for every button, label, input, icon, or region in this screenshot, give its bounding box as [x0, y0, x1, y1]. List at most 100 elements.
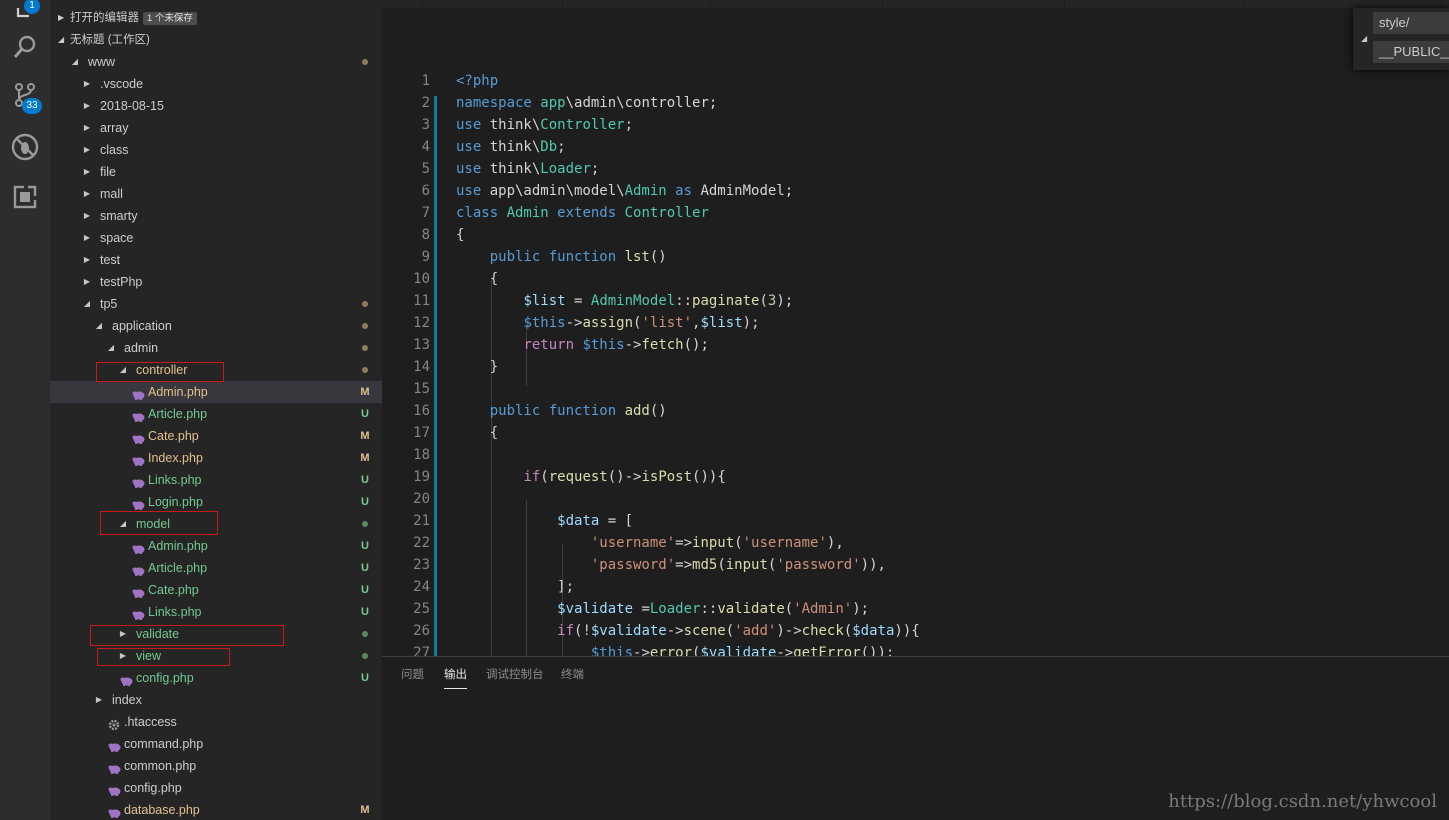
line-number: 3 — [421, 117, 430, 133]
code-line[interactable]: 6 use app\admin\model\Admin as AdminModel… — [382, 180, 1449, 202]
line-number: 7 — [421, 205, 430, 221]
tree-file[interactable]: Admin.php U — [50, 535, 382, 557]
code-line[interactable]: 17 { — [382, 422, 1449, 444]
tree-folder[interactable]: ▶ smarty — [50, 205, 382, 227]
git-status-badge: U — [361, 496, 369, 508]
workspace-header[interactable]: ◢ 无标题 (工作区) — [50, 29, 382, 51]
code-text: } — [456, 359, 499, 375]
tree-file[interactable]: .htaccess — [50, 711, 382, 733]
tree-folder[interactable]: ◢ admin — [50, 337, 382, 359]
tab-debug-console[interactable]: 调试控制台 — [486, 657, 544, 693]
line-number: 8 — [421, 227, 430, 243]
tree-file[interactable]: Article.php U — [50, 557, 382, 579]
code-line[interactable]: 16 public function add() — [382, 400, 1449, 422]
suggest-item-public[interactable]: __PUBLIC__/s — [1373, 41, 1449, 63]
code-line[interactable]: 10 { — [382, 268, 1449, 290]
code-line[interactable]: 13 return $this->fetch(); — [382, 334, 1449, 356]
tree-item-label: 2018-08-15 — [100, 99, 164, 113]
line-number: 12 — [413, 315, 430, 331]
tree-file[interactable]: Index.php M — [50, 447, 382, 469]
code-line[interactable]: 4 use think\Db; — [382, 136, 1449, 158]
highlight-box-validate — [90, 625, 284, 646]
tree-file[interactable]: Admin.php M — [50, 381, 382, 403]
php-file-icon — [132, 474, 145, 488]
tree-folder[interactable]: ▶ mall — [50, 183, 382, 205]
line-number: 21 — [413, 513, 430, 529]
tree-file[interactable]: config.php U — [50, 667, 382, 689]
code-line[interactable]: 25 $validate =Loader::validate('Admin'); — [382, 598, 1449, 620]
line-number: 11 — [413, 293, 430, 309]
code-line[interactable]: 8{ — [382, 224, 1449, 246]
tree-folder[interactable]: ◢ www — [50, 51, 382, 73]
code-line[interactable]: 20 — [382, 488, 1449, 510]
code-line[interactable]: 2 namespace app\admin\controller; — [382, 92, 1449, 114]
code-editor[interactable]: 1 <?php 2 namespace app\admin\controller; 3 u… — [382, 8, 1449, 656]
suggest-item-style[interactable]: style/ — [1373, 12, 1449, 34]
php-file-icon — [132, 540, 145, 554]
php-file-icon — [108, 804, 121, 818]
tree-item-label: www — [88, 55, 116, 69]
git-status-badge: M — [360, 804, 370, 816]
tree-folder[interactable]: ◢ application — [50, 315, 382, 337]
tree-folder[interactable]: ▶ array — [50, 117, 382, 139]
code-line[interactable]: 5 use think\Loader; — [382, 158, 1449, 180]
tree-file[interactable]: common.php — [50, 755, 382, 777]
unsaved-badge: 1 个未保存 — [143, 12, 197, 25]
tree-folder[interactable]: ▶ index — [50, 689, 382, 711]
tree-folder[interactable]: ▶ class — [50, 139, 382, 161]
code-text: $this->assign('list',$list); — [523, 315, 760, 331]
search-icon[interactable] — [10, 32, 40, 62]
tree-folder[interactable]: ▶ file — [50, 161, 382, 183]
tree-file[interactable]: Article.php U — [50, 403, 382, 425]
tree-folder[interactable]: ▶ test — [50, 249, 382, 271]
tree-item-label: mall — [100, 187, 123, 201]
code-line[interactable]: 19 if(request()->isPost()){ — [382, 466, 1449, 488]
code-line[interactable]: 12 $this->assign('list',$list); — [382, 312, 1449, 334]
code-line[interactable]: 14 } — [382, 356, 1449, 378]
tab-problems[interactable]: 问题 — [401, 657, 424, 693]
code-line[interactable]: 22 'username'=>input('username'), — [382, 532, 1449, 554]
chevron-down-icon: ◢ — [58, 35, 65, 44]
tree-folder[interactable]: ▶ .vscode — [50, 73, 382, 95]
explorer-badge: 1 — [24, 0, 40, 14]
git-status-dot — [362, 301, 368, 307]
open-editors-header[interactable]: ▶ 打开的编辑器 1 个未保存 — [50, 7, 382, 29]
tree-file[interactable]: command.php — [50, 733, 382, 755]
code-line[interactable]: 9 public function lst() — [382, 246, 1449, 268]
tree-file[interactable]: Cate.php M — [50, 425, 382, 447]
tree-folder[interactable]: ◢ tp5 — [50, 293, 382, 315]
source-control-icon[interactable]: 33 — [10, 80, 42, 114]
tree-folder[interactable]: ▶ 2018-08-15 — [50, 95, 382, 117]
chevron-right-icon: ▶ — [58, 13, 65, 22]
tree-file[interactable]: Cate.php U — [50, 579, 382, 601]
tab-output[interactable]: 输出 — [444, 657, 467, 693]
code-line[interactable]: 24 ]; — [382, 576, 1449, 598]
tree-file[interactable]: Links.php U — [50, 469, 382, 491]
tree-file[interactable]: Links.php U — [50, 601, 382, 623]
code-line[interactable]: 26 if(!$validate->scene('add')->check($d… — [382, 620, 1449, 642]
code-line[interactable]: 15 — [382, 378, 1449, 400]
tree-file[interactable]: database.php M — [50, 799, 382, 820]
tree-file[interactable]: config.php — [50, 777, 382, 799]
code-line[interactable]: 1 <?php — [382, 70, 1449, 92]
tree-file[interactable]: Login.php U — [50, 491, 382, 513]
line-number: 14 — [413, 359, 430, 375]
php-file-icon — [120, 672, 133, 686]
tab-terminal[interactable]: 终端 — [561, 657, 584, 693]
php-file-icon — [108, 760, 121, 774]
git-status-badge: M — [360, 452, 370, 464]
tree-folder[interactable]: ▶ space — [50, 227, 382, 249]
debug-icon[interactable] — [10, 132, 40, 162]
code-line[interactable]: 18 — [382, 444, 1449, 466]
tree-folder[interactable]: ▶ testPhp — [50, 271, 382, 293]
code-line[interactable]: 7 class Admin extends Controller — [382, 202, 1449, 224]
explorer-icon[interactable]: 1 — [10, 0, 40, 30]
php-file-icon — [132, 496, 145, 510]
code-line[interactable]: 11 $list = AdminModel::paginate(3); — [382, 290, 1449, 312]
code-line[interactable]: 21 $data = [ — [382, 510, 1449, 532]
extensions-icon[interactable] — [10, 182, 40, 212]
code-line[interactable]: 27 $this->error($validate->getError()); — [382, 642, 1449, 656]
code-text: 'username'=>input('username'), — [590, 535, 844, 551]
code-line[interactable]: 3 use think\Controller; — [382, 114, 1449, 136]
code-line[interactable]: 23 'password'=>md5(input('password')), — [382, 554, 1449, 576]
